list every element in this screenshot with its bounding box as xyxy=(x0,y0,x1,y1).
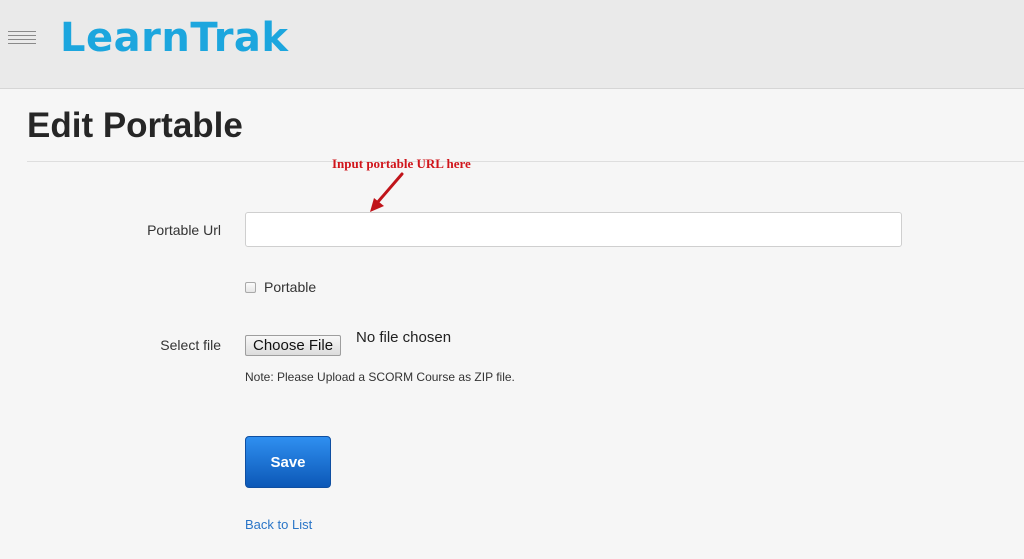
arrow-icon xyxy=(370,172,404,212)
portable-url-label: Portable Url xyxy=(147,222,221,238)
portable-checkbox-row[interactable]: Portable xyxy=(245,279,316,295)
title-divider xyxy=(27,161,1024,162)
brand-logo[interactable]: LearnTrak xyxy=(60,13,289,63)
choose-file-button[interactable]: Choose File xyxy=(245,335,342,356)
select-file-label: Select file xyxy=(160,337,221,353)
portable-url-input[interactable] xyxy=(245,212,902,247)
save-button[interactable]: Save xyxy=(245,436,331,488)
back-to-list-link[interactable]: Back to List xyxy=(245,517,312,532)
portable-checkbox-label[interactable]: Portable xyxy=(264,279,316,295)
top-header: LearnTrak xyxy=(0,0,1024,89)
hamburger-menu-icon[interactable] xyxy=(8,31,36,49)
portable-checkbox[interactable] xyxy=(245,281,256,293)
page-title: Edit Portable xyxy=(27,106,243,145)
file-status-text: No file chosen xyxy=(356,329,452,346)
upload-note: Note: Please Upload a SCORM Course as ZI… xyxy=(245,370,515,384)
